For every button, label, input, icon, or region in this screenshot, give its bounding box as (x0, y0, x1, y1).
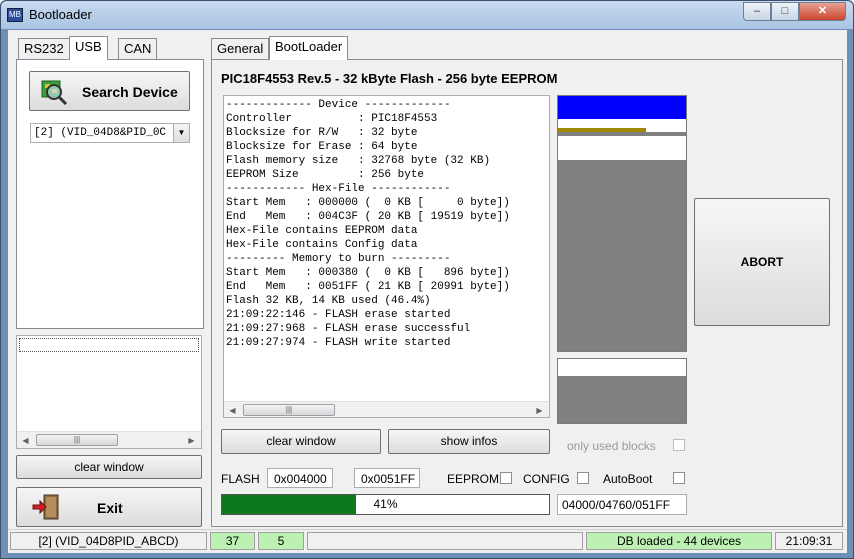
scroll-right-icon[interactable]: ▶ (531, 402, 548, 417)
device-select-value: [2] (VID_04D8&PID_0C (34, 127, 167, 139)
status-time: 21:09:31 (775, 532, 843, 550)
exit-door-icon (32, 494, 59, 520)
device-select[interactable]: [2] (VID_04D8&PID_0C ▼ (30, 123, 190, 143)
status-bar: [2] (VID_04D8PID_ABCD) 37 5 DB loaded - … (8, 529, 847, 553)
status-count-1: 37 (210, 532, 255, 550)
minimize-button[interactable]: – (743, 2, 771, 21)
device-header: PIC18F4553 Rev.5 - 32 kByte Flash - 256 … (221, 71, 558, 86)
scroll-left-icon[interactable]: ◀ (17, 432, 34, 449)
status-db: DB loaded - 44 devices (586, 532, 772, 550)
title-bar[interactable]: MB Bootloader – □ ✕ (1, 1, 853, 29)
abort-button[interactable]: ABORT (694, 198, 830, 326)
close-button[interactable]: ✕ (799, 2, 846, 21)
log-line: 21:09:27:968 - FLASH erase successful (226, 323, 471, 335)
log-output[interactable]: ------------- Device ------------- Contro… (223, 95, 550, 418)
flash-end-field[interactable]: 0x0051FF (354, 468, 420, 488)
flash-start-field[interactable]: 0x004000 (267, 468, 333, 488)
tab-bootloader[interactable]: BootLoader (269, 36, 349, 60)
exit-label: Exit (97, 500, 123, 516)
progress-address-value: 04000/04760/051FF (562, 498, 671, 512)
memmap-block (558, 96, 686, 119)
progress-text: 41% (373, 497, 398, 511)
autoboot-checkbox[interactable] (673, 472, 685, 484)
window-title: Bootloader (29, 7, 92, 22)
log-line: --------- Memory to burn --------- (226, 253, 451, 265)
config-label: CONFIG (523, 472, 570, 486)
memmap-block (558, 136, 686, 160)
application-window: MB Bootloader – □ ✕ RS232 USB CAN Search… (0, 0, 854, 559)
usb-panel: Search Device [2] (VID_04D8&PID_0C ▼ (16, 59, 204, 329)
eeprom-label: EEPROM (447, 472, 500, 486)
tab-usb[interactable]: USB (69, 36, 108, 60)
tab-can[interactable]: CAN (118, 38, 158, 60)
exit-button[interactable]: Exit (16, 487, 202, 527)
log-line: Blocksize for Erase : 64 byte (226, 141, 418, 153)
status-device-text: [2] (VID_04D8PID_ABCD) (38, 534, 179, 548)
log-line: 21:09:22:146 - FLASH erase started (226, 309, 451, 321)
search-device-button[interactable]: Search Device (29, 71, 190, 111)
search-device-icon (41, 80, 68, 106)
log-line: End Mem : 004C3F ( 20 KB [ 19519 byte]) (226, 211, 510, 223)
log-line: Blocksize for R/W : 32 byte (226, 127, 418, 139)
log-line: Flash memory size : 32768 byte (32 KB) (226, 155, 491, 167)
log-line: Hex-File contains EEPROM data (226, 225, 418, 237)
left-clear-window-button[interactable]: clear window (16, 455, 202, 479)
status-empty (307, 532, 583, 550)
log-scrollbar[interactable]: ◀ ||| ▶ (224, 401, 549, 417)
show-infos-button[interactable]: show infos (388, 429, 550, 454)
used-blocks-label: only used blocks (567, 439, 656, 453)
log-line: EEPROM Size : 256 byte (226, 169, 425, 181)
log-line: Start Mem : 000000 ( 0 KB [ 0 byte]) (226, 197, 510, 209)
eeprom-checkbox[interactable] (500, 472, 512, 484)
progress-address-field: 04000/04760/051FF (557, 494, 687, 515)
left-list-scrollbar[interactable]: ◀ ||| ▶ (17, 431, 201, 448)
left-output-list[interactable]: ◀ ||| ▶ (16, 335, 202, 449)
tab-general[interactable]: General (211, 38, 270, 60)
scroll-thumb[interactable]: ||| (36, 434, 118, 446)
log-line: 21:09:27:974 - FLASH write started (226, 337, 451, 349)
app-icon: MB (7, 8, 23, 22)
tab-rs232[interactable]: RS232 (18, 38, 70, 60)
used-blocks-checkbox[interactable] (673, 439, 685, 451)
search-device-label: Search Device (82, 84, 178, 100)
scroll-thumb[interactable]: ||| (243, 404, 335, 416)
memmap-block (558, 359, 686, 376)
config-checkbox[interactable] (577, 472, 589, 484)
log-line: ------------- Device ------------- (226, 99, 451, 111)
log-line: Controller : PIC18F4553 (226, 113, 438, 125)
status-device: [2] (VID_04D8PID_ABCD) (10, 532, 207, 550)
flash-end-value: 0x0051FF (361, 472, 416, 486)
log-line: Hex-File contains Config data (226, 239, 418, 251)
memmap-block (558, 119, 686, 128)
list-item[interactable] (19, 338, 199, 352)
status-count-2: 5 (258, 532, 304, 550)
chevron-down-icon[interactable]: ▼ (173, 124, 189, 142)
progress-bar: 41% (221, 494, 550, 515)
client-area: RS232 USB CAN Search Device [2] (VID_04D… (8, 30, 847, 553)
autoboot-label: AutoBoot (603, 472, 653, 486)
flash-label: FLASH (221, 472, 260, 486)
log-line: Start Mem : 000380 ( 0 KB [ 896 byte]) (226, 267, 510, 279)
log-lines: ------------- Device ------------- Contro… (226, 98, 510, 350)
eeprom-memory-map (557, 358, 687, 424)
flash-start-value: 0x004000 (274, 472, 327, 486)
maximize-button[interactable]: □ (771, 2, 799, 21)
flash-memory-map (557, 95, 687, 352)
clear-window-button[interactable]: clear window (221, 429, 381, 454)
log-line: End Mem : 0051FF ( 21 KB [ 20991 byte]) (226, 281, 510, 293)
scroll-left-icon[interactable]: ◀ (224, 402, 241, 417)
log-line: ------------ Hex-File ------------ (226, 183, 451, 195)
scroll-right-icon[interactable]: ▶ (183, 432, 200, 449)
log-line: Flash 32 KB, 14 KB used (46.4%) (226, 295, 431, 307)
